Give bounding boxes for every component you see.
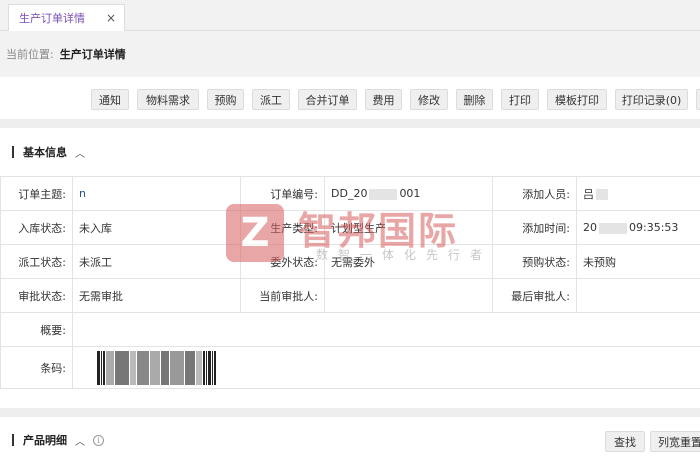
barcode-label: 条码: [0,346,73,389]
basic-info-table: 订单主题: n 订单编号: DD_20 001 添加人员: 吕 入库状态: 未入库… [0,176,700,389]
production-type-value: 计划型生产 [324,210,493,245]
current-approver-label: 当前审批人: [240,278,325,313]
dispatch-button[interactable]: 派工 [252,89,290,110]
order-number-label: 订单编号: [240,176,325,211]
merge-order-button[interactable]: 合并订单 [298,89,357,110]
created-time-label: 添加时间: [492,210,577,245]
outsourcing-status-label: 委外状态: [240,244,325,279]
expense-button[interactable]: 费用 [365,89,402,110]
order-number-prefix: DD_20 [331,187,368,200]
table-row: 订单主题: n 订单编号: DD_20 001 添加人员: 吕 [0,176,700,211]
close-icon[interactable]: × [106,11,116,25]
warehousing-status-value: 未入库 [72,210,241,245]
breadcrumb-prefix: 当前位置: [6,48,54,61]
delete-button[interactable]: 删除 [456,89,493,110]
summary-label: 概要: [0,312,73,347]
approval-status-label: 审批状态: [0,278,73,313]
more-button[interactable] [696,89,700,110]
redacted-mask [369,188,398,200]
tab-label: 生产订单详情 [19,12,85,25]
production-type-label: 生产类型: [240,210,325,245]
print-records-button[interactable]: 打印记录(0) [615,89,688,110]
basic-info-header: 基本信息 ︿ [0,136,700,168]
tab-bar: 生产订单详情 × [0,0,700,31]
creator-value: 吕 [576,176,700,211]
table-row: 条码: [0,346,700,389]
current-approver-value [324,278,493,313]
created-time-value: 20 09:35:53 [576,210,700,245]
barcode-image [97,350,217,385]
redacted-mask [599,222,627,234]
section-marker [12,146,14,158]
section-divider [0,408,700,417]
last-approver-label: 最后审批人: [492,278,577,313]
dispatch-status-label: 派工状态: [0,244,73,279]
action-toolbar: 通知 物料需求 预购 派工 合并订单 费用 修改 删除 打印 模板打印 打印记录… [0,77,700,119]
table-row: 概要: [0,312,700,347]
creator-name: 吕 [583,187,594,201]
pre-purchase-button[interactable]: 预购 [207,89,244,110]
pre-purchase-status-label: 预购状态: [492,244,577,279]
print-button[interactable]: 打印 [501,89,539,110]
created-time-suffix: 09:35:53 [629,221,679,234]
tab-production-order-detail[interactable]: 生产订单详情 × [8,4,125,31]
section-title: 产品明细 [23,434,67,447]
notify-button[interactable]: 通知 [91,89,129,110]
section-title: 基本信息 [23,146,67,159]
dispatch-status-value: 未派工 [72,244,241,279]
creator-label: 添加人员: [492,176,577,211]
order-number-suffix: 001 [399,187,421,200]
edit-button[interactable]: 修改 [410,89,448,110]
outsourcing-status-value: 无需委外 [324,244,493,279]
chevron-up-icon[interactable]: ︿ [75,145,85,160]
material-demand-button[interactable]: 物料需求 [137,89,199,110]
table-row: 入库状态: 未入库 生产类型: 计划型生产 添加时间: 20 09:35:53 [0,210,700,245]
barcode-cell [72,346,700,389]
table-row: 审批状态: 无需审批 当前审批人: 最后审批人: [0,278,700,313]
chevron-up-icon[interactable]: ︿ [75,433,85,448]
section-marker [12,434,14,446]
summary-value [72,312,700,347]
pre-purchase-status-value: 未预购 [576,244,700,279]
breadcrumb: 当前位置: 生产订单详情 [0,31,700,77]
template-print-button[interactable]: 模板打印 [547,89,607,110]
order-subject-label: 订单主题: [0,176,73,211]
redacted-mask [596,189,608,200]
page-title: 生产订单详情 [59,48,126,61]
approval-status-value: 无需审批 [72,278,241,313]
order-number-value: DD_20 001 [324,176,493,211]
warehousing-status-label: 入库状态: [0,210,73,245]
section-divider [0,119,700,128]
last-approver-value [576,278,700,313]
product-detail-header: 产品明细 ︿ i [0,424,700,456]
info-icon[interactable]: i [93,434,104,446]
table-row: 派工状态: 未派工 委外状态: 无需委外 预购状态: 未预购 [0,244,700,279]
order-subject-value: n [72,176,241,211]
created-time-prefix: 20 [583,221,597,234]
search-button[interactable]: 查找 [605,431,645,452]
reset-column-width-button[interactable]: 列宽重置 [650,431,700,452]
